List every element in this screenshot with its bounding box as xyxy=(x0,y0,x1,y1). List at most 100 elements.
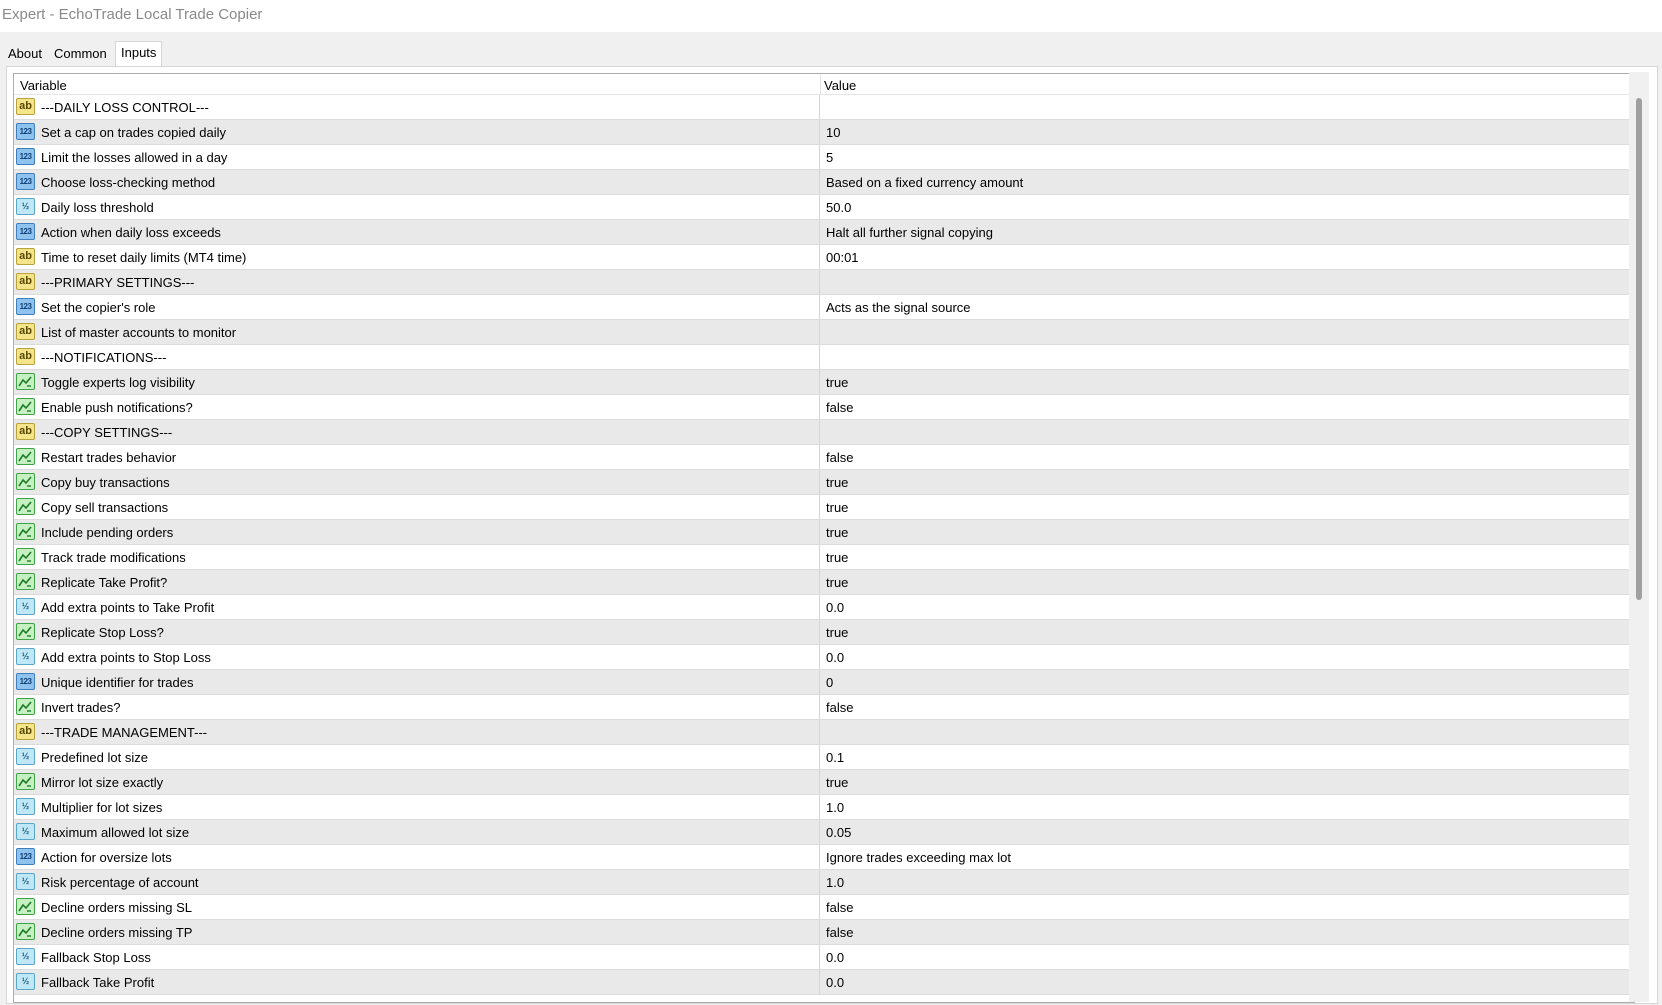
variable-name: Enable push notifications? xyxy=(41,400,193,415)
variable-cell: ½ Multiplier for lot sizes xyxy=(14,795,820,819)
value-cell[interactable]: Halt all further signal copying xyxy=(821,220,1633,244)
value-cell[interactable]: 00:01 xyxy=(821,245,1633,269)
value-cell[interactable]: 0.05 xyxy=(821,820,1633,844)
value-cell[interactable]: Ignore trades exceeding max lot xyxy=(821,845,1633,869)
table-row[interactable]: ½ Risk percentage of account 1.0 xyxy=(14,870,1634,895)
value-cell[interactable]: false xyxy=(821,920,1633,944)
value-cell[interactable]: true xyxy=(821,520,1633,544)
value-cell[interactable] xyxy=(821,95,1633,119)
table-row[interactable]: Invert trades? false xyxy=(14,695,1634,720)
tab-about[interactable]: About xyxy=(5,44,45,64)
value-cell[interactable]: 50.0 xyxy=(821,195,1633,219)
value-text: 0.05 xyxy=(826,825,852,840)
table-row[interactable]: ½ Maximum allowed lot size 0.05 xyxy=(14,820,1634,845)
table-row[interactable]: Enable push notifications? false xyxy=(14,395,1634,420)
table-row[interactable]: Decline orders missing SL false xyxy=(14,895,1634,920)
value-text: false xyxy=(826,400,854,415)
vertical-scrollbar[interactable] xyxy=(1629,72,1649,1002)
window-title: Expert - EchoTrade Local Trade Copier xyxy=(2,6,263,23)
value-cell[interactable]: true xyxy=(821,370,1633,394)
column-header-variable[interactable]: Variable xyxy=(20,78,67,93)
variable-cell: ½ Fallback Take Profit xyxy=(14,970,820,994)
value-cell[interactable] xyxy=(821,345,1633,369)
table-row[interactable]: ab ---TRADE MANAGEMENT--- xyxy=(14,720,1634,745)
double-type-icon: ½ xyxy=(16,598,35,615)
value-cell[interactable]: false xyxy=(821,445,1633,469)
value-cell[interactable]: Acts as the signal source xyxy=(821,295,1633,319)
tab-inputs[interactable]: Inputs xyxy=(115,41,163,67)
table-row[interactable]: ab ---DAILY LOSS CONTROL--- xyxy=(14,95,1634,120)
table-row[interactable]: ab ---NOTIFICATIONS--- xyxy=(14,345,1634,370)
value-cell[interactable]: Based on a fixed currency amount xyxy=(821,170,1633,194)
table-row[interactable]: 123 Unique identifier for trades 0 xyxy=(14,670,1634,695)
value-cell[interactable]: 5 xyxy=(821,145,1633,169)
table-row[interactable]: ½ Predefined lot size 0.1 xyxy=(14,745,1634,770)
table-row[interactable]: ½ Add extra points to Take Profit 0.0 xyxy=(14,595,1634,620)
table-row[interactable]: ½ Add extra points to Stop Loss 0.0 xyxy=(14,645,1634,670)
value-cell[interactable]: 0 xyxy=(821,670,1633,694)
table-row[interactable]: ab ---COPY SETTINGS--- xyxy=(14,420,1634,445)
table-row[interactable]: 123 Set the copier's role Acts as the sign… xyxy=(14,295,1634,320)
value-text: true xyxy=(826,550,849,565)
value-cell[interactable]: 0.0 xyxy=(821,595,1633,619)
value-cell[interactable]: true xyxy=(821,570,1633,594)
table-row[interactable]: Track trade modifications true xyxy=(14,545,1634,570)
table-row[interactable]: Replicate Stop Loss? true xyxy=(14,620,1634,645)
value-cell[interactable] xyxy=(821,720,1633,744)
variable-name: Copy buy transactions xyxy=(41,475,170,490)
value-cell[interactable]: false xyxy=(821,895,1633,919)
value-cell[interactable]: 1.0 xyxy=(821,795,1633,819)
table-row[interactable]: ½ Daily loss threshold 50.0 xyxy=(14,195,1634,220)
table-row[interactable]: 123 Action for oversize lots Ignore trades… xyxy=(14,845,1634,870)
table-row[interactable]: 123 Choose loss-checking method Based on a… xyxy=(14,170,1634,195)
value-cell[interactable]: 0.0 xyxy=(821,970,1633,994)
value-cell[interactable]: 0.0 xyxy=(821,645,1633,669)
column-divider[interactable] xyxy=(820,74,821,94)
value-cell[interactable]: true xyxy=(821,770,1633,794)
table-row[interactable]: Include pending orders true xyxy=(14,520,1634,545)
table-row[interactable]: Mirror lot size exactly true xyxy=(14,770,1634,795)
variable-name: Include pending orders xyxy=(41,525,174,540)
value-cell[interactable]: true xyxy=(821,620,1633,644)
variable-cell: ab ---DAILY LOSS CONTROL--- xyxy=(14,95,820,119)
value-cell[interactable]: 0.1 xyxy=(821,745,1633,769)
table-row[interactable]: Copy sell transactions true xyxy=(14,495,1634,520)
string-type-icon: ab xyxy=(16,723,35,740)
table-row[interactable]: ab ---PRIMARY SETTINGS--- xyxy=(14,270,1634,295)
table-row[interactable]: Restart trades behavior false xyxy=(14,445,1634,470)
variable-name: Action for oversize lots xyxy=(41,850,172,865)
variable-cell: Copy buy transactions xyxy=(14,470,820,494)
table-row[interactable]: ab Time to reset daily limits (MT4 time) 0… xyxy=(14,245,1634,270)
scrollbar-thumb[interactable] xyxy=(1636,98,1642,600)
value-cell[interactable]: true xyxy=(821,470,1633,494)
table-row[interactable]: Replicate Take Profit? true xyxy=(14,570,1634,595)
table-row[interactable]: 123 Action when daily loss exceeds Halt al… xyxy=(14,220,1634,245)
table-row[interactable]: 123 Set a cap on trades copied daily 10 xyxy=(14,120,1634,145)
column-header-value[interactable]: Value xyxy=(824,78,856,93)
variable-cell: Include pending orders xyxy=(14,520,820,544)
value-cell[interactable]: 0.0 xyxy=(821,945,1633,969)
table-row[interactable]: ½ Fallback Take Profit 0.0 xyxy=(14,970,1634,995)
value-cell[interactable]: 10 xyxy=(821,120,1633,144)
variable-cell: ab ---COPY SETTINGS--- xyxy=(14,420,820,444)
value-cell[interactable]: 1.0 xyxy=(821,870,1633,894)
variable-cell: 123 Unique identifier for trades xyxy=(14,670,820,694)
table-row[interactable]: 123 Limit the losses allowed in a day 5 xyxy=(14,145,1634,170)
value-cell[interactable]: false xyxy=(821,395,1633,419)
table-row[interactable]: ½ Fallback Stop Loss 0.0 xyxy=(14,945,1634,970)
tab-common[interactable]: Common xyxy=(51,44,110,64)
value-cell[interactable]: true xyxy=(821,495,1633,519)
value-cell[interactable]: true xyxy=(821,545,1633,569)
table-row[interactable]: ab List of master accounts to monitor xyxy=(14,320,1634,345)
value-cell[interactable] xyxy=(821,320,1633,344)
variable-cell: Decline orders missing SL xyxy=(14,895,820,919)
table-row[interactable]: Decline orders missing TP false xyxy=(14,920,1634,945)
value-cell[interactable] xyxy=(821,270,1633,294)
table-row[interactable]: Toggle experts log visibility true xyxy=(14,370,1634,395)
value-cell[interactable]: false xyxy=(821,695,1633,719)
table-row[interactable]: ½ Multiplier for lot sizes 1.0 xyxy=(14,795,1634,820)
table-row[interactable]: Copy buy transactions true xyxy=(14,470,1634,495)
variable-name: Unique identifier for trades xyxy=(41,675,194,690)
double-type-icon: ½ xyxy=(16,748,35,765)
value-cell[interactable] xyxy=(821,420,1633,444)
